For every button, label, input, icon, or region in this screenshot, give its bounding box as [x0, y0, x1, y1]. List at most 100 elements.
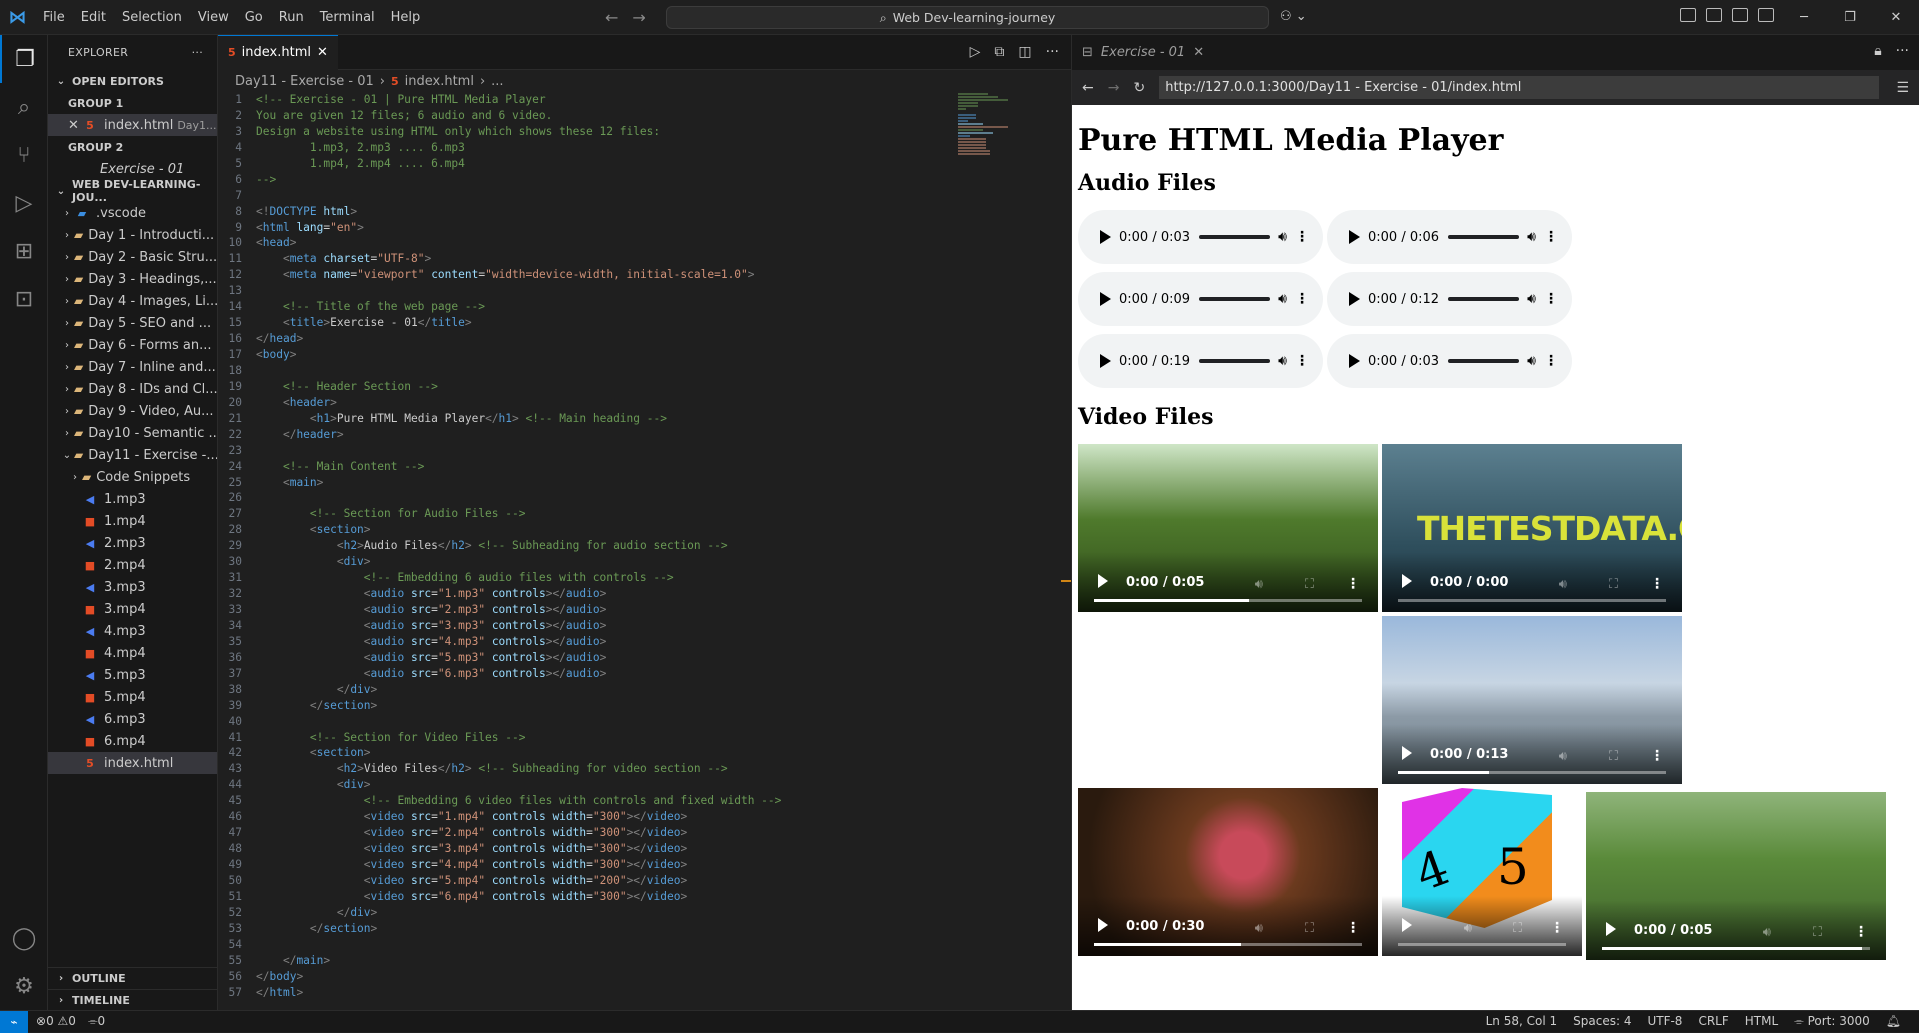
language-mode[interactable]: HTML	[1745, 1014, 1778, 1029]
forward-arrow-icon[interactable]: →	[632, 8, 645, 27]
more-options-icon[interactable]: ⋮	[1650, 576, 1664, 592]
more-options-icon[interactable]: ⋮	[1295, 291, 1309, 307]
code-line[interactable]: 39 </section>	[218, 698, 1071, 714]
play-icon[interactable]	[1098, 574, 1108, 588]
play-icon[interactable]	[1402, 918, 1412, 932]
notifications-bell-icon[interactable]: 🔔︎	[1886, 1014, 1901, 1029]
folder-day2[interactable]: › ▰ Day 2 - Basic Stru...	[48, 246, 217, 268]
more-options-icon[interactable]: ⋮	[1346, 920, 1360, 936]
cursor-position[interactable]: Ln 58, Col 1	[1486, 1014, 1558, 1029]
code-line[interactable]: 25 <main>	[218, 475, 1071, 491]
folder-day4[interactable]: › ▰ Day 4 - Images, Li...	[48, 290, 217, 312]
code-line[interactable]: 45 <!-- Embedding 6 video files with con…	[218, 793, 1071, 809]
video-progress[interactable]	[1398, 599, 1666, 602]
run-debug-icon[interactable]: ▷	[0, 179, 48, 227]
file-6-mp4[interactable]: ■ 6.mp4	[48, 730, 217, 752]
more-actions-icon[interactable]: ···	[1046, 44, 1059, 60]
code-line[interactable]: 19 <!-- Header Section -->	[218, 379, 1071, 395]
code-line[interactable]: 26	[218, 490, 1071, 506]
code-line[interactable]: 10 <head>	[218, 235, 1071, 251]
code-line[interactable]: 37 <audio src="6.mp3" controls></audio>	[218, 666, 1071, 682]
minimize-icon[interactable]: ─	[1781, 0, 1827, 35]
menu-file[interactable]: File	[35, 0, 73, 35]
code-line[interactable]: 38 </div>	[218, 682, 1071, 698]
code-line[interactable]: 7	[218, 188, 1071, 204]
open-editors-section[interactable]: ⌄ OPEN EDITORS	[48, 70, 217, 92]
volume-icon[interactable]: 🔊︎	[1278, 229, 1287, 245]
code-line[interactable]: 28 <section>	[218, 522, 1071, 538]
code-line[interactable]: 29 <h2>Audio Files</h2> <!-- Subheading …	[218, 538, 1071, 554]
close-icon[interactable]: ✕	[1193, 45, 1204, 60]
play-icon[interactable]	[1100, 230, 1111, 244]
code-line[interactable]: 30 <div>	[218, 554, 1071, 570]
more-actions-icon[interactable]: ···	[1896, 43, 1909, 59]
volume-slider[interactable]	[1198, 235, 1271, 239]
play-icon[interactable]	[1402, 574, 1412, 588]
menu-terminal[interactable]: Terminal	[312, 0, 383, 35]
play-icon[interactable]	[1098, 918, 1108, 932]
code-line[interactable]: 27 <!-- Section for Audio Files -->	[218, 506, 1071, 522]
command-center[interactable]: ⌕ Web Dev-learning-journey	[666, 6, 1269, 29]
volume-slider[interactable]	[1447, 297, 1520, 301]
code-line[interactable]: 20 <header>	[218, 395, 1071, 411]
code-editor[interactable]: 1 <!-- Exercise - 01 | Pure HTML Media Pl…	[218, 92, 1071, 1010]
fullscreen-icon[interactable]: ⛶	[1813, 925, 1822, 940]
volume-icon[interactable]: 🔊︎	[1559, 577, 1567, 592]
volume-icon[interactable]: 🔊︎	[1255, 921, 1263, 936]
indentation[interactable]: Spaces: 4	[1573, 1014, 1631, 1029]
code-line[interactable]: 46 <video src="1.mp4" controls width="30…	[218, 809, 1071, 825]
menu-view[interactable]: View	[190, 0, 237, 35]
explorer-icon[interactable]: ❐	[0, 35, 48, 83]
more-options-icon[interactable]: ⋮	[1650, 748, 1664, 764]
copilot-icon[interactable]: ⚇ ⌄	[1280, 9, 1307, 24]
code-line[interactable]: 24 <!-- Main Content -->	[218, 459, 1071, 475]
volume-icon[interactable]: 🔊︎	[1255, 577, 1263, 592]
code-line[interactable]: 51 <video src="6.mp4" controls width="30…	[218, 889, 1071, 905]
close-window-icon[interactable]: ✕	[1873, 0, 1919, 35]
code-line[interactable]: 5 1.mp4, 2.mp4 .... 6.mp4	[218, 156, 1071, 172]
code-line[interactable]: 13	[218, 283, 1071, 299]
volume-icon[interactable]: 🔊︎	[1559, 749, 1567, 764]
source-control-icon[interactable]: ⑂	[0, 131, 48, 179]
problems-status[interactable]: ⊗0 ⚠0	[36, 1014, 76, 1029]
file-4-mp4[interactable]: ■ 4.mp4	[48, 642, 217, 664]
video-player[interactable]: 0:00 / 0:05 🔊︎ ⛶ ⋮	[1078, 444, 1378, 612]
forward-arrow-icon[interactable]: →	[1108, 80, 1120, 96]
folder-day5[interactable]: › ▰ Day 5 - SEO and ...	[48, 312, 217, 334]
timeline-section[interactable]: › TIMELINE	[48, 989, 218, 1011]
close-icon[interactable]: ✕	[317, 45, 328, 60]
video-player[interactable]: THETESTDATA.COM 0:00 / 0:00 🔊︎ ⛶ ⋮	[1382, 444, 1682, 612]
code-line[interactable]: 3 Design a website using HTML only which …	[218, 124, 1071, 140]
volume-icon[interactable]: 🔊︎	[1464, 921, 1472, 936]
code-line[interactable]: 53 </section>	[218, 921, 1071, 937]
audio-player[interactable]: 0:00 / 0:09 🔊︎ ⋮	[1078, 272, 1323, 326]
code-line[interactable]: 31 <!-- Embedding 6 audio files with con…	[218, 570, 1071, 586]
folder-day3[interactable]: › ▰ Day 3 - Headings,...	[48, 268, 217, 290]
back-arrow-icon[interactable]: ←	[1082, 80, 1094, 96]
manage-gear-icon[interactable]: ⚙	[0, 962, 48, 1010]
volume-icon[interactable]: 🔊︎	[1278, 353, 1287, 369]
audio-player[interactable]: 0:00 / 0:03 🔊︎ ⋮	[1078, 210, 1323, 264]
file-3-mp3[interactable]: ◀ 3.mp3	[48, 576, 217, 598]
code-line[interactable]: 23	[218, 443, 1071, 459]
code-line[interactable]: 57 </html>	[218, 985, 1071, 1001]
video-progress[interactable]	[1398, 771, 1666, 774]
file-1-mp4[interactable]: ■ 1.mp4	[48, 510, 217, 532]
volume-icon[interactable]: 🔊︎	[1527, 291, 1536, 307]
ports-status[interactable]: ⌯0	[88, 1014, 105, 1029]
volume-slider[interactable]	[1198, 359, 1271, 363]
file-1-mp3[interactable]: ◀ 1.mp3	[48, 488, 217, 510]
fullscreen-icon[interactable]: ⛶	[1513, 921, 1522, 936]
menu-go[interactable]: Go	[237, 0, 271, 35]
more-options-icon[interactable]: ⋮	[1854, 924, 1868, 940]
accounts-icon[interactable]: ◯	[0, 914, 48, 962]
video-player[interactable]: 4 5 🔊︎ ⛶ ⋮	[1382, 788, 1582, 956]
file-5-mp3[interactable]: ◀ 5.mp3	[48, 664, 217, 686]
code-line[interactable]: 36 <audio src="5.mp3" controls></audio>	[218, 650, 1071, 666]
code-line[interactable]: 44 <div>	[218, 777, 1071, 793]
toggle-secondary-sidebar-icon[interactable]	[1758, 8, 1774, 22]
folder-day11[interactable]: ⌄ ▰ Day11 - Exercise -...	[48, 444, 217, 466]
code-line[interactable]: 43 <h2>Video Files</h2> <!-- Subheading …	[218, 761, 1071, 777]
folder-day7[interactable]: › ▰ Day 7 - Inline and...	[48, 356, 217, 378]
code-line[interactable]: 14 <!-- Title of the web page -->	[218, 299, 1071, 315]
